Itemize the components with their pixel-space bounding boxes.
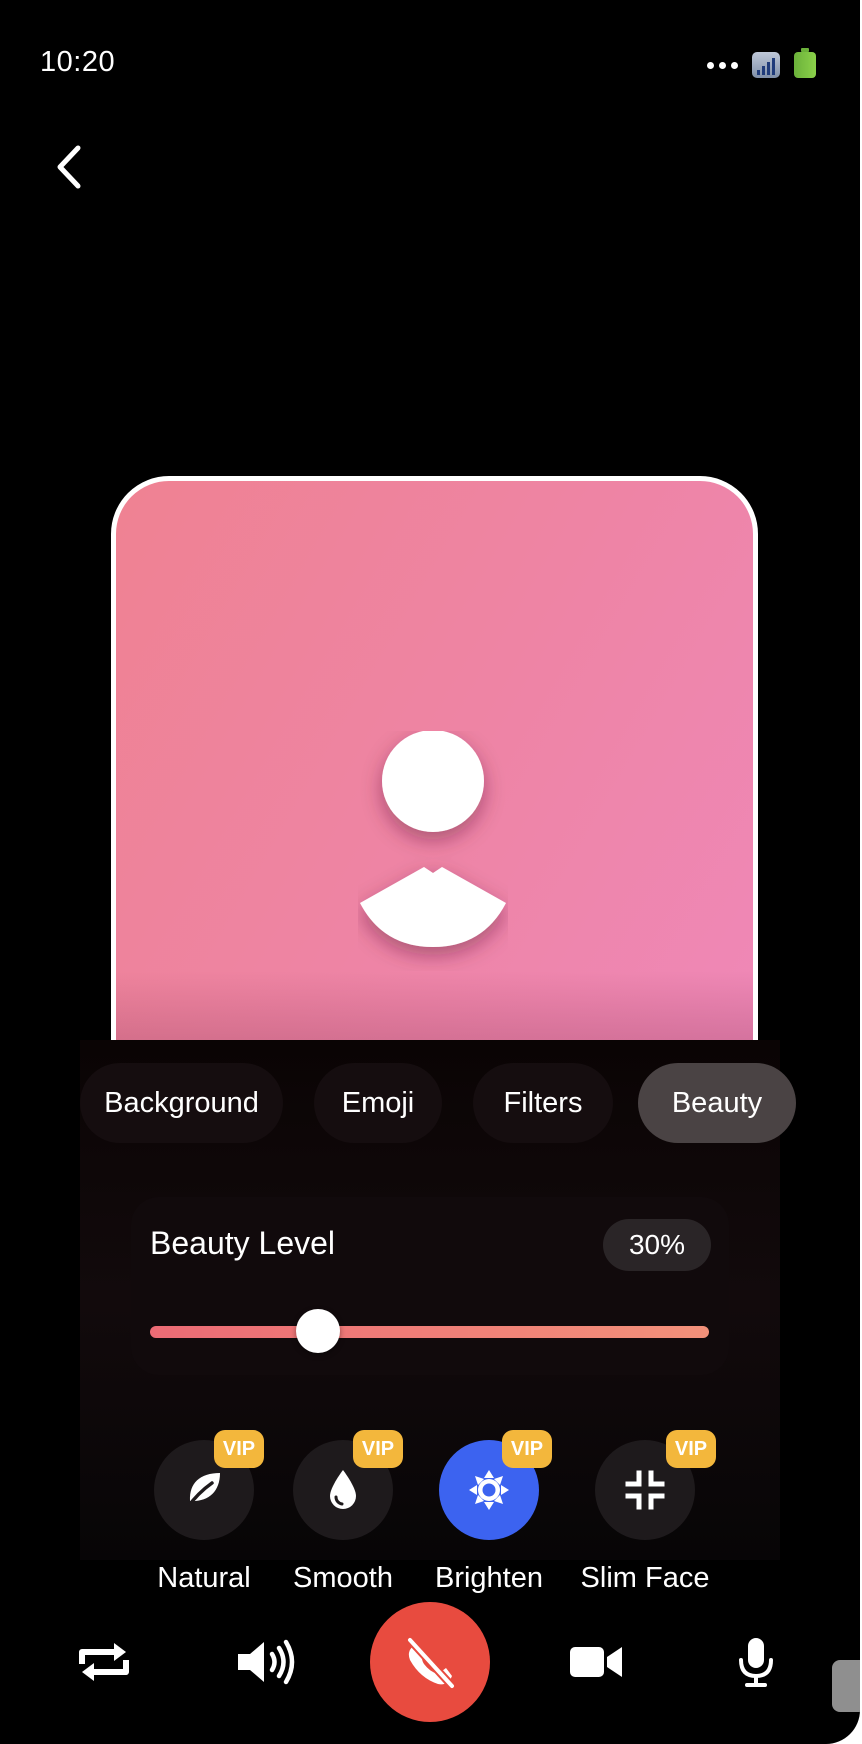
vip-badge-brighten: VIP <box>502 1430 552 1468</box>
repeat-icon <box>79 1643 129 1681</box>
speaker-icon <box>238 1639 295 1685</box>
tab-filters[interactable]: Filters <box>473 1063 613 1143</box>
beauty-level-card: Beauty Level 30% <box>131 1197 729 1375</box>
status-icons <box>707 48 816 78</box>
tab-beauty[interactable]: Beauty <box>638 1063 796 1143</box>
status-time: 10:20 <box>40 46 116 78</box>
switch-camera-button[interactable] <box>72 1630 136 1694</box>
chevron-left-icon <box>57 145 81 189</box>
effects-tabs: Background Emoji Filters Beauty <box>80 1063 800 1143</box>
option-smooth-label: Smooth <box>293 1562 393 1594</box>
beauty-level-slider[interactable] <box>150 1309 709 1353</box>
microphone-icon <box>739 1638 773 1687</box>
side-drawer-handle[interactable] <box>832 1660 860 1712</box>
battery-icon <box>794 48 816 78</box>
end-call-button[interactable] <box>370 1602 490 1722</box>
phone-slash-icon <box>406 1636 456 1690</box>
back-button[interactable] <box>50 142 90 192</box>
camera-preview <box>111 476 758 1086</box>
droplet-icon <box>330 1470 356 1509</box>
microphone-button[interactable] <box>724 1630 788 1694</box>
tab-emoji[interactable]: Emoji <box>314 1063 442 1143</box>
sun-icon <box>469 1470 509 1510</box>
video-camera-icon <box>570 1647 622 1677</box>
option-slim-face-label: Slim Face <box>580 1562 710 1594</box>
option-brighten-label: Brighten <box>434 1562 543 1594</box>
vip-badge-slim-face: VIP <box>666 1430 716 1468</box>
option-natural-label: Natural <box>157 1562 251 1594</box>
video-button[interactable] <box>564 1630 628 1694</box>
person-avatar-icon <box>360 731 506 947</box>
signal-icon <box>752 52 780 78</box>
compress-icon <box>625 1470 665 1510</box>
vip-badge-smooth: VIP <box>353 1430 403 1468</box>
phone-screen: 10:20 Background Emoji Filters Beauty Be… <box>0 0 860 1744</box>
beauty-level-label: Beauty Level <box>150 1225 336 1261</box>
beauty-level-value: 30% <box>603 1219 711 1271</box>
more-dots-icon <box>707 61 738 69</box>
vip-badge-natural: VIP <box>214 1430 264 1468</box>
leaf-icon <box>185 1473 220 1510</box>
speaker-button[interactable] <box>234 1630 298 1694</box>
slider-thumb[interactable] <box>295 1309 340 1353</box>
tab-background[interactable]: Background <box>80 1063 283 1143</box>
